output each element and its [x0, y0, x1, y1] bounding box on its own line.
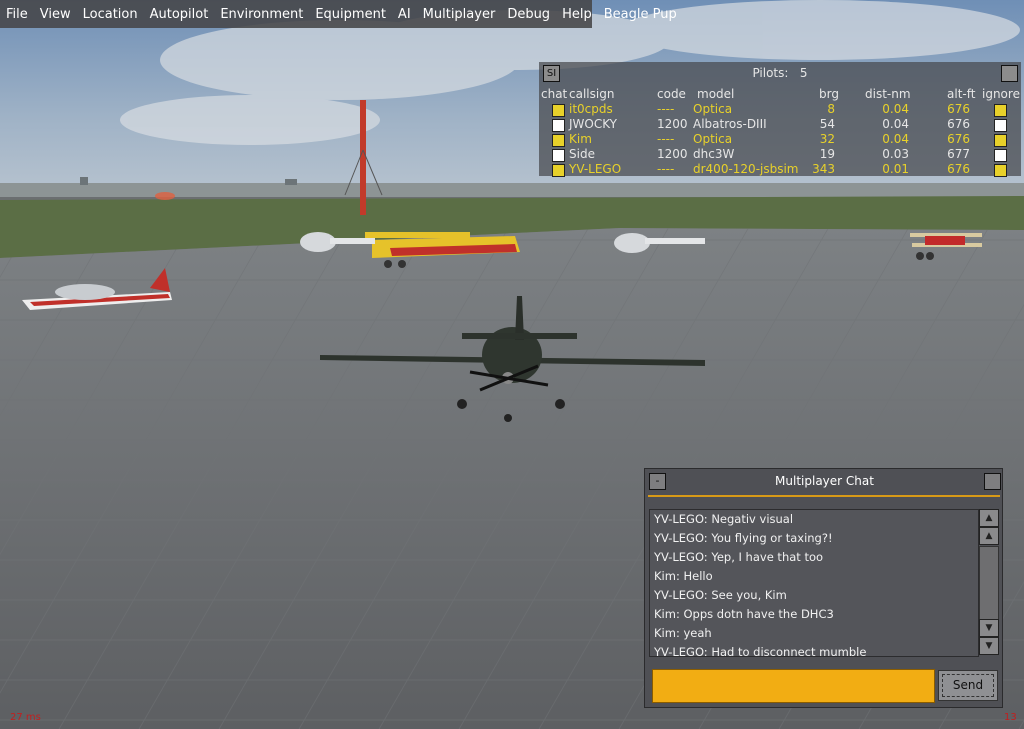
pilot-bearing: 19 — [819, 147, 835, 161]
col-callsign[interactable]: callsign — [569, 87, 614, 102]
chat-message: YV-LEGO: You flying or taxing?! — [654, 531, 833, 545]
menu-bar: File View Location Autopilot Environment… — [0, 0, 677, 28]
pilot-model: dr400-120-jsbsim — [693, 162, 799, 176]
chat-checkbox[interactable] — [552, 119, 565, 132]
pilots-label: Pilots: — [752, 66, 789, 80]
chat-message: YV-LEGO: Yep, I have that too — [654, 550, 824, 564]
chat-input[interactable] — [652, 669, 935, 703]
scroll-top-icon[interactable]: ▲ — [979, 509, 999, 527]
pilot-row: it0cpds ---- Optica 8 0.04 676 — [539, 102, 1021, 117]
menu-environment[interactable]: Environment — [214, 7, 309, 22]
menu-multiplayer[interactable]: Multiplayer — [417, 7, 502, 22]
chat-message: YV-LEGO: Had to disconnect mumble — [654, 645, 867, 657]
pilot-model: Optica — [693, 132, 733, 146]
menu-debug[interactable]: Debug — [501, 7, 556, 22]
chat-message: Kim: Hello — [654, 569, 713, 583]
chat-scrollbar[interactable]: ▲ ▲ ▼ ▼ — [979, 509, 999, 657]
pilot-distance: 0.04 — [882, 117, 909, 131]
fire-marker — [155, 192, 175, 200]
col-brg[interactable]: brg — [819, 87, 839, 102]
pilot-altitude: 676 — [947, 162, 970, 176]
menu-view[interactable]: View — [34, 7, 77, 22]
pilot-model: Albatros-DIII — [693, 117, 767, 131]
pilot-altitude: 676 — [947, 102, 970, 116]
pilot-distance: 0.03 — [882, 147, 909, 161]
pilot-list-close-button[interactable] — [1001, 65, 1018, 82]
pilot-list-title: Pilots: 5 — [539, 66, 1021, 80]
ignore-checkbox[interactable] — [994, 164, 1007, 177]
pilot-row: Side 1200 dhc3W 19 0.03 677 — [539, 147, 1021, 162]
pilot-code: 1200 — [657, 117, 688, 131]
pilot-model: Optica — [693, 102, 733, 116]
ignore-checkbox[interactable] — [994, 134, 1007, 147]
pilot-distance: 0.01 — [882, 162, 909, 176]
ignore-checkbox[interactable] — [994, 149, 1007, 162]
multiplayer-chat-dialog: - Multiplayer Chat YV-LEGO: Negativ visu… — [644, 468, 1003, 708]
col-dist[interactable]: dist-nm — [865, 87, 911, 102]
pilot-callsign: JWOCKY — [569, 117, 617, 131]
col-code[interactable]: code — [657, 87, 686, 102]
chat-checkbox[interactable] — [552, 104, 565, 117]
pilot-model: dhc3W — [693, 147, 735, 161]
menu-location[interactable]: Location — [77, 7, 144, 22]
pilot-distance: 0.04 — [882, 102, 909, 116]
pilot-callsign: YV-LEGO — [569, 162, 622, 176]
chat-message: Kim: Opps dotn have the DHC3 — [654, 607, 834, 621]
pilot-code: ---- — [657, 132, 675, 146]
pilot-altitude: 676 — [947, 132, 970, 146]
chat-checkbox[interactable] — [552, 134, 565, 147]
pilot-bearing: 54 — [819, 117, 835, 131]
menu-equipment[interactable]: Equipment — [309, 7, 392, 22]
pilot-list-header: Pilots: 5 SI — [539, 62, 1021, 84]
menu-help[interactable]: Help — [556, 7, 598, 22]
horizon — [0, 183, 1024, 197]
col-alt[interactable]: alt-ft — [947, 87, 975, 102]
pilot-count: 5 — [799, 66, 808, 80]
menu-aircraft[interactable]: Beagle Pup — [598, 7, 683, 22]
ignore-checkbox[interactable] — [994, 104, 1007, 117]
pilot-bearing: 8 — [827, 102, 835, 116]
pilot-list-panel: Pilots: 5 SI chat callsign code model br… — [539, 62, 1021, 177]
pilot-list-toggle-button[interactable]: SI — [543, 65, 560, 82]
col-chat[interactable]: chat — [541, 87, 567, 102]
pilot-list-columns: chat callsign code model brg dist-nm alt… — [539, 87, 1021, 101]
chat-title: Multiplayer Chat — [775, 474, 874, 488]
fps-readout: 13 — [1004, 712, 1017, 723]
chat-checkbox[interactable] — [552, 149, 565, 162]
chat-message: YV-LEGO: Negativ visual — [654, 512, 794, 526]
pilot-callsign: Kim — [569, 132, 592, 146]
pilot-code: ---- — [657, 102, 675, 116]
scroll-bottom-icon[interactable]: ▼ — [979, 637, 999, 655]
pilot-altitude: 677 — [947, 147, 970, 161]
chat-message: YV-LEGO: See you, Kim — [654, 588, 787, 602]
col-ignore[interactable]: ignore — [982, 87, 1020, 102]
chat-message: Kim: yeah — [654, 626, 712, 640]
chat-message-log[interactable]: YV-LEGO: Negativ visual YV-LEGO: You fly… — [649, 509, 979, 657]
ignore-checkbox[interactable] — [994, 119, 1007, 132]
menu-ai[interactable]: AI — [392, 7, 417, 22]
frame-time-readout: 27 ms — [10, 712, 41, 723]
menu-file[interactable]: File — [0, 7, 34, 22]
chat-close-button[interactable] — [984, 473, 1001, 490]
pilot-distance: 0.04 — [882, 132, 909, 146]
pilot-callsign: Side — [569, 147, 595, 161]
menu-autopilot[interactable]: Autopilot — [144, 7, 215, 22]
send-button[interactable]: Send — [938, 670, 998, 701]
pilot-altitude: 676 — [947, 117, 970, 131]
chat-checkbox[interactable] — [552, 164, 565, 177]
scroll-down-icon[interactable]: ▼ — [979, 619, 999, 637]
scroll-track[interactable] — [979, 546, 999, 620]
pilot-code: ---- — [657, 162, 675, 176]
scroll-up-icon[interactable]: ▲ — [979, 527, 999, 545]
pilot-code: 1200 — [657, 147, 688, 161]
pilot-row: JWOCKY 1200 Albatros-DIII 54 0.04 676 — [539, 117, 1021, 132]
col-model[interactable]: model — [697, 87, 734, 102]
pilot-callsign: it0cpds — [569, 102, 613, 116]
send-button-label: Send — [942, 674, 994, 697]
pilot-row: Kim ---- Optica 32 0.04 676 — [539, 132, 1021, 147]
chat-title-divider — [648, 495, 1000, 497]
pilot-bearing: 343 — [812, 162, 835, 176]
pilot-bearing: 32 — [819, 132, 835, 146]
pilot-row: YV-LEGO ---- dr400-120-jsbsim 343 0.01 676 — [539, 162, 1021, 177]
